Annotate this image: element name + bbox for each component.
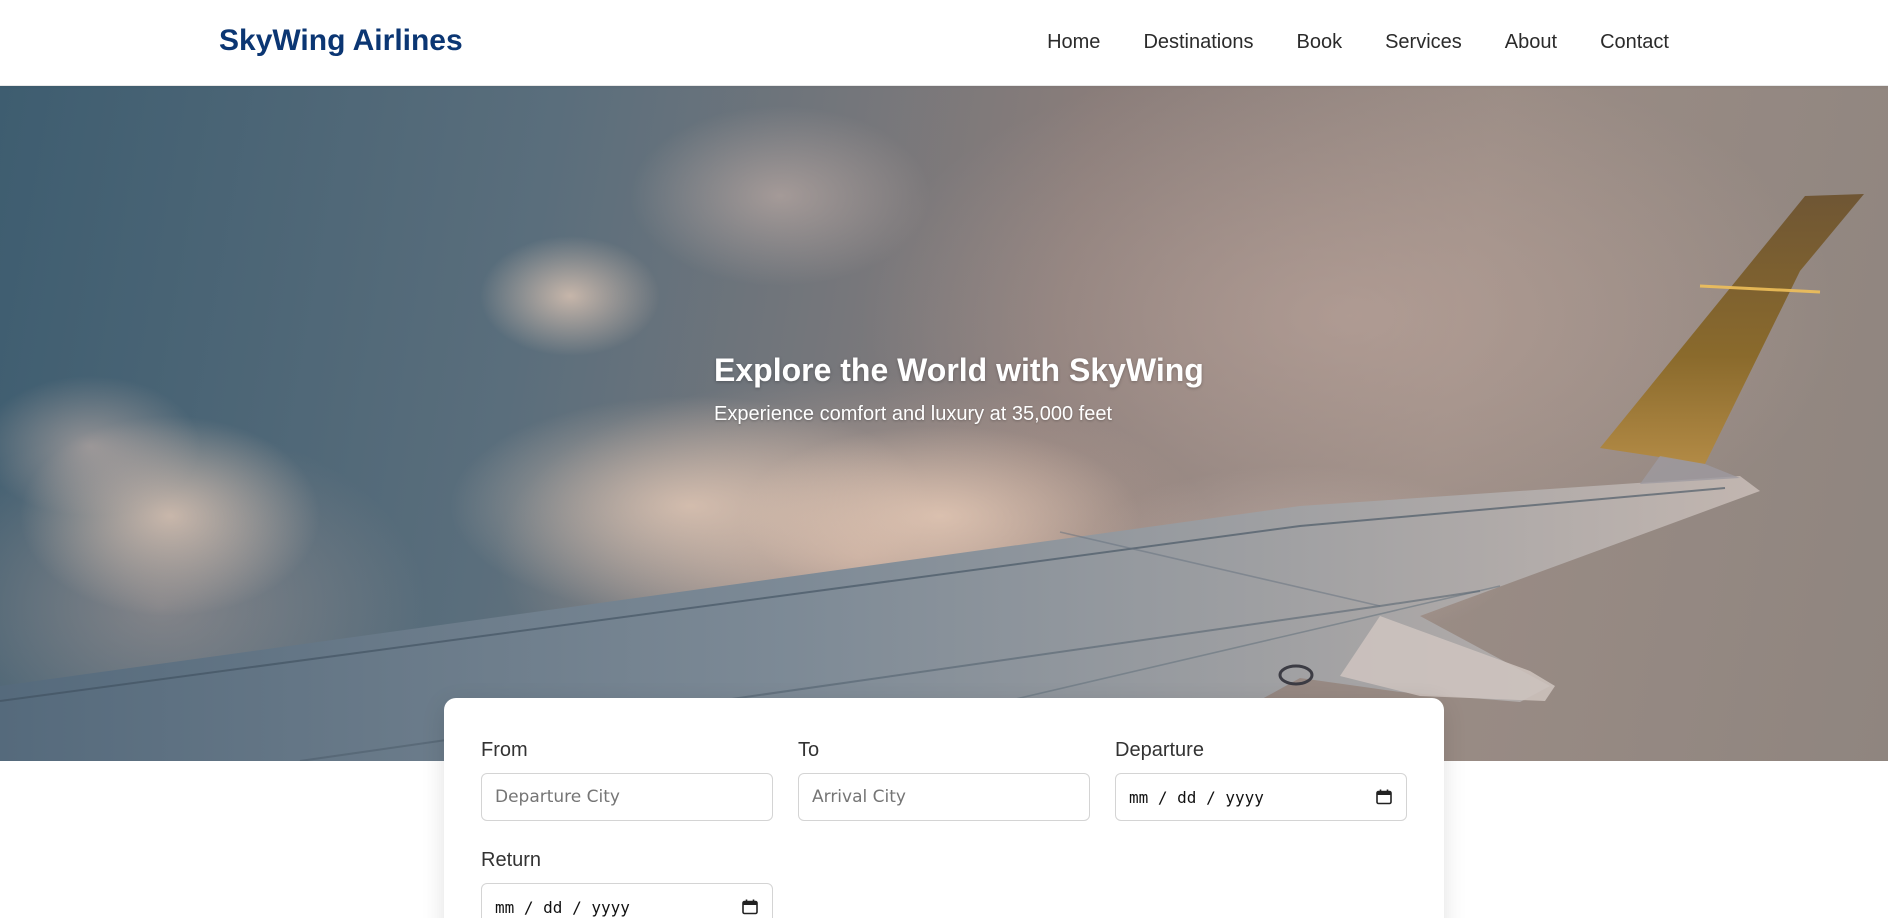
return-date-value: mm / dd / yyyy [495,897,630,917]
to-field: To [798,739,1090,821]
departure-date-value: mm / dd / yyyy [1129,787,1264,807]
return-field: Return mm / dd / yyyy [481,849,773,918]
return-date-input[interactable]: mm / dd / yyyy [481,883,773,918]
to-input[interactable] [812,774,1076,820]
to-label: To [798,739,820,761]
hero-text: Explore the World with SkyWing Experienc… [714,352,1204,426]
flight-search-form: From To Departure mm / dd / yyyy Return … [444,698,1444,918]
departure-field: Departure mm / dd / yyyy [1115,739,1407,821]
departure-date-input[interactable]: mm / dd / yyyy [1115,773,1407,821]
nav-link-about[interactable]: About [1505,31,1557,54]
top-navbar: SkyWing Airlines Home Destinations Book … [0,0,1888,86]
calendar-icon[interactable] [741,898,759,916]
to-input-box [798,773,1090,821]
main-nav: Home Destinations Book Services About Co… [1047,31,1669,54]
return-label: Return [481,849,542,871]
from-label: From [481,739,528,761]
from-input-box [481,773,773,821]
nav-link-home[interactable]: Home [1047,31,1100,54]
calendar-icon[interactable] [1375,788,1393,806]
from-input[interactable] [495,774,759,820]
site-logo[interactable]: SkyWing Airlines [219,24,463,58]
hero-banner: Explore the World with SkyWing Experienc… [0,86,1888,761]
hero-title: Explore the World with SkyWing [714,352,1204,388]
nav-link-destinations[interactable]: Destinations [1143,31,1253,54]
nav-link-contact[interactable]: Contact [1600,31,1669,54]
from-field: From [481,739,773,821]
departure-label: Departure [1115,739,1204,761]
nav-link-book[interactable]: Book [1297,31,1343,54]
nav-link-services[interactable]: Services [1385,31,1462,54]
hero-subtitle: Experience comfort and luxury at 35,000 … [714,402,1113,425]
